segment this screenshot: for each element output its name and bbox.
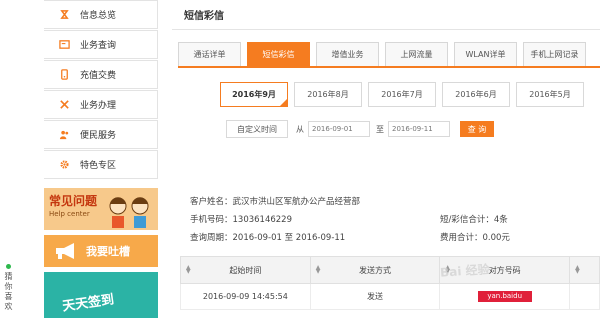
info-row: 查询周期：2016-09-01 至 2016-09-11 费用合计：0.00元 [190,228,600,246]
tab-wlan-details[interactable]: WLAN详单 [454,42,517,66]
sort-icon: ▲ ▼ [186,264,191,275]
sms-records-table: ▲ ▼ 起始时间 ▲ ▼ 发送方式 ▲ ▼ 对方号码 ▲ ▼ 2016-09-09 14… [180,256,600,310]
cell-send-mode: 发送 [309,283,441,310]
complaint-banner[interactable]: 我要吐槽 [44,235,158,267]
sms-total: 短/彩信合计：4条 [440,215,508,225]
users-icon [58,129,70,141]
sort-icon: ▲ ▼ [315,264,321,275]
month-button-2016-06[interactable]: 2016年6月 [442,82,510,107]
redacted-number: yan.baidu [477,291,532,302]
gear-icon [58,159,70,171]
sidebar-item-business[interactable]: 业务办理 [44,90,158,119]
sidebar-item-label: 信息总览 [80,11,117,21]
tab-underline [178,66,600,68]
sidebar-item-service[interactable]: 便民服务 [44,120,158,149]
end-date-input[interactable] [388,121,450,137]
info-row: 手机号码：13036146229 短/彩信合计：4条 [190,210,600,228]
sidebar-item-overview[interactable]: 信息总览 [44,0,158,29]
month-button-2016-08[interactable]: 2016年8月 [294,82,362,107]
page-title: 短信彩信 [184,11,224,22]
sidebar: 信息总览 业务查询 充值交费 业务办理 便民服务 特色专区 常见问题 Help … [44,0,158,318]
faq-banner[interactable]: 常见问题 Help center [44,188,158,230]
faq-banner-subtitle: Help center [49,210,90,218]
column-header-start-time[interactable]: ▲ ▼ 起始时间 [180,256,311,284]
sidebar-item-label: 业务查询 [80,41,117,51]
table-header-row: ▲ ▼ 起始时间 ▲ ▼ 发送方式 ▲ ▼ 对方号码 ▲ ▼ [180,256,600,284]
sidebar-item-label: 便民服务 [80,131,117,141]
recharge-icon [58,69,70,81]
customer-name: 客户姓名：武汉市洪山区军航办公产品经营部 [190,197,361,207]
faq-cartoon-illustration [109,197,149,228]
watermark: Bai 经验 [439,262,491,280]
from-label: 从 [296,124,304,134]
cell-extra [569,283,600,310]
overview-icon [58,9,70,21]
query-icon [58,39,70,51]
custom-time-button[interactable]: 自定义时间 [226,120,288,138]
online-dot-icon [6,264,11,269]
megaphone-icon [56,243,74,259]
left-strip: 猜你喜欢 [0,0,44,318]
faq-banner-title: 常见问题 [49,194,98,208]
tab-data-usage[interactable]: 上网流量 [385,42,448,66]
sign-in-banner[interactable]: 天天签到 [44,272,158,318]
cell-peer-number: yan.baidu [439,283,571,310]
cell-start-time: 2016-09-09 14:45:54 [180,283,311,310]
month-button-2016-05[interactable]: 2016年5月 [516,82,584,107]
sidebar-item-label: 业务办理 [80,101,117,111]
complaint-banner-label: 我要吐槽 [86,245,130,258]
tab-call-details[interactable]: 通话详单 [178,42,241,66]
custom-date-row: 自定义时间 从 至 查 询 [226,120,494,138]
table-row: 2016-09-09 14:45:54 发送 yan.baidu [180,283,600,310]
sidebar-item-query[interactable]: 业务查询 [44,30,158,59]
sign-in-banner-label: 天天签到 [61,292,116,315]
fee-total: 费用合计：0.00元 [440,233,510,243]
month-button-2016-07[interactable]: 2016年7月 [368,82,436,107]
to-label: 至 [376,124,384,134]
tab-sms-mms[interactable]: 短信彩信 [247,42,310,66]
main-content: 短信彩信 通话详单 短信彩信 增值业务 上网流量 WLAN详单 手机上网记录 2… [172,0,600,318]
column-header-send-mode[interactable]: ▲ ▼ 发送方式 [309,256,441,284]
column-header-extra[interactable]: ▲ ▼ [569,256,600,284]
sidebar-item-featured[interactable]: 特色专区 [44,150,158,179]
query-period: 查询周期：2016-09-01 至 2016-09-11 [190,233,346,243]
guess-you-like-tab[interactable]: 猜你喜欢 [3,264,14,312]
month-selector: 2016年9月 2016年8月 2016年7月 2016年6月 2016年5月 [220,82,590,107]
sidebar-item-label: 特色专区 [80,161,117,171]
guess-you-like-label: 猜你喜欢 [4,272,13,311]
tools-icon [58,99,70,111]
tab-value-added[interactable]: 增值业务 [316,42,379,66]
sort-icon: ▲ ▼ [575,264,580,275]
query-summary: 客户姓名：武汉市洪山区军航办公产品经营部 手机号码：13036146229 短/… [190,192,600,246]
month-button-2016-09[interactable]: 2016年9月 [220,82,288,107]
start-date-input[interactable] [308,121,370,137]
page-header: 短信彩信 [172,0,600,30]
tab-bar: 通话详单 短信彩信 增值业务 上网流量 WLAN详单 手机上网记录 [178,42,592,66]
info-row: 客户姓名：武汉市洪山区军航办公产品经营部 [190,192,600,210]
tab-mobile-web-records[interactable]: 手机上网记录 [523,42,586,66]
query-button[interactable]: 查 询 [460,121,494,137]
sidebar-item-recharge[interactable]: 充值交费 [44,60,158,89]
sidebar-item-label: 充值交费 [80,71,117,81]
phone-number: 手机号码：13036146229 [190,215,292,225]
